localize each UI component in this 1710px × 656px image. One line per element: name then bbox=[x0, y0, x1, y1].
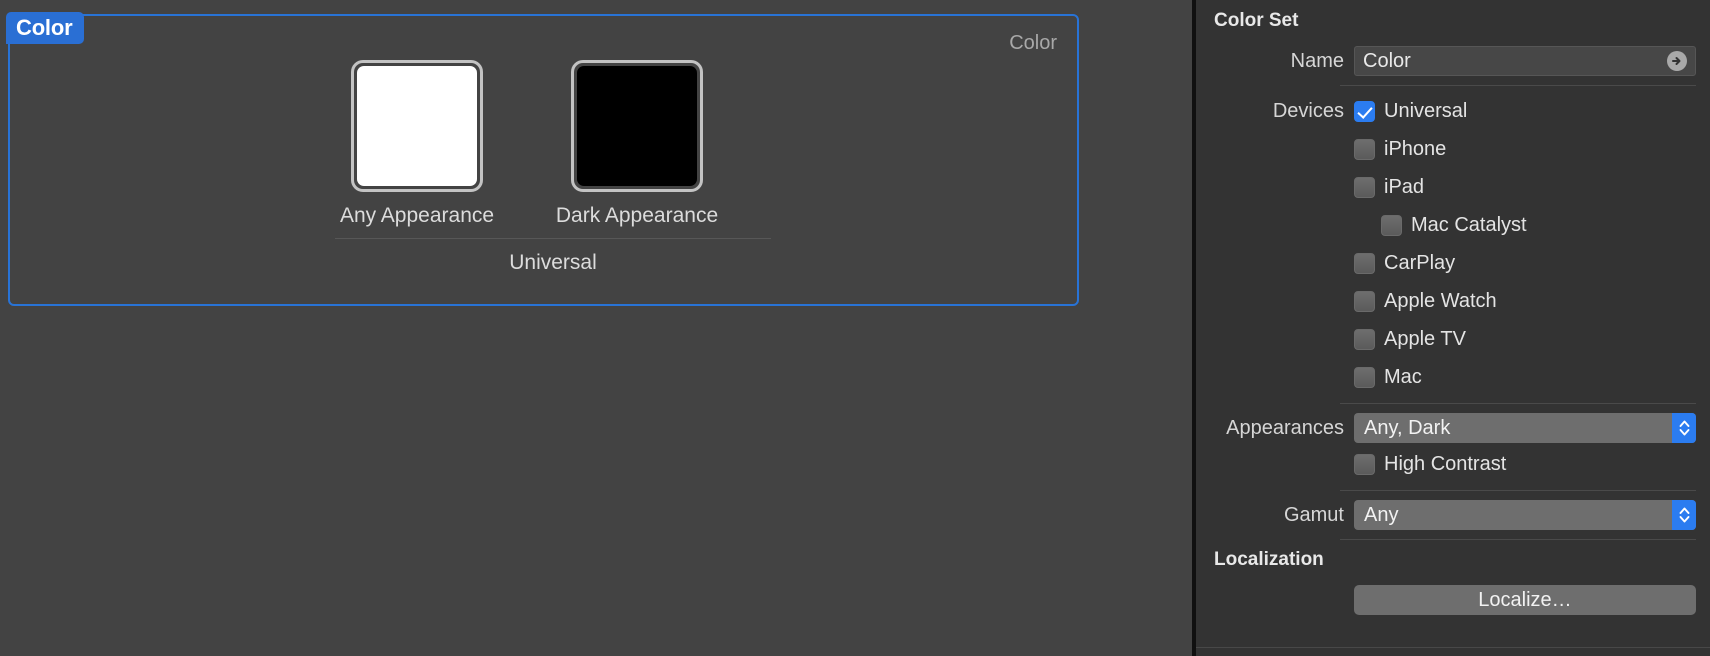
selection-tab-color[interactable]: Color bbox=[6, 12, 85, 44]
device-label-mac-catalyst: Mac Catalyst bbox=[1411, 214, 1527, 236]
gamut-label: Gamut bbox=[1283, 503, 1344, 526]
checkbox-checked-icon[interactable] bbox=[1354, 101, 1375, 122]
appearances-value: Any, Dark bbox=[1364, 416, 1451, 439]
swatch-cell-dark-appearance[interactable]: Dark Appearance bbox=[555, 60, 719, 228]
color-swatch-any-appearance[interactable] bbox=[351, 60, 483, 192]
high-contrast-label: High Contrast bbox=[1384, 453, 1507, 475]
spacer: . bbox=[1214, 138, 1354, 161]
chevron-up-down-icon[interactable] bbox=[1672, 500, 1696, 530]
separator bbox=[1340, 490, 1696, 491]
inspector-bottom-rule bbox=[1196, 647, 1710, 648]
color-set-section-title: Color Set bbox=[1214, 10, 1299, 31]
color-swatch-dark-appearance[interactable] bbox=[571, 60, 703, 192]
circle-arrow-right-icon[interactable] bbox=[1667, 51, 1687, 71]
localize-row: . Localize… bbox=[1214, 585, 1696, 615]
separator bbox=[1340, 539, 1696, 540]
swatch-group-divider bbox=[335, 238, 771, 239]
checkbox-icon[interactable] bbox=[1354, 139, 1375, 160]
device-label-iphone: iPhone bbox=[1384, 138, 1447, 160]
swatch-fill bbox=[357, 66, 477, 186]
spacer: . bbox=[1214, 589, 1354, 612]
devices-row-5: . Apple Watch bbox=[1214, 285, 1696, 318]
name-input[interactable]: Color bbox=[1354, 46, 1696, 76]
separator bbox=[1340, 403, 1696, 404]
spacer: . bbox=[1214, 252, 1354, 275]
swatch-area: Any Appearance Dark Appearance Universal bbox=[335, 60, 771, 275]
swatch-label-dark-appearance: Dark Appearance bbox=[555, 204, 719, 227]
device-checkbox-apple-tv[interactable]: Apple TV bbox=[1354, 323, 1466, 356]
checkbox-icon[interactable] bbox=[1354, 253, 1375, 274]
localize-button[interactable]: Localize… bbox=[1354, 585, 1696, 615]
name-value: Color bbox=[1363, 49, 1411, 72]
spacer: . bbox=[1214, 176, 1354, 199]
appearances-row: Appearances Any, Dark bbox=[1214, 413, 1696, 443]
swatch-fill bbox=[577, 66, 697, 186]
device-label-carplay: CarPlay bbox=[1384, 252, 1456, 274]
device-checkbox-carplay[interactable]: CarPlay bbox=[1354, 247, 1455, 280]
asset-canvas: Color Any Appearance Dark Appearance Uni… bbox=[0, 0, 1192, 656]
devices-row-7: . Mac bbox=[1214, 361, 1696, 394]
appearances-popup-button[interactable]: Any, Dark bbox=[1354, 413, 1696, 443]
device-checkbox-mac-catalyst[interactable]: Mac Catalyst bbox=[1381, 209, 1527, 242]
checkbox-icon[interactable] bbox=[1354, 454, 1375, 475]
checkbox-icon[interactable] bbox=[1354, 177, 1375, 198]
gamut-popup-button[interactable]: Any bbox=[1354, 500, 1696, 530]
device-label-mac: Mac bbox=[1384, 366, 1422, 388]
device-checkbox-universal[interactable]: Universal bbox=[1354, 95, 1467, 128]
device-label-ipad: iPad bbox=[1384, 176, 1425, 198]
device-checkbox-iphone[interactable]: iPhone bbox=[1354, 133, 1446, 166]
devices-row-4: . CarPlay bbox=[1214, 247, 1696, 280]
device-label-apple-tv: Apple TV bbox=[1384, 328, 1466, 350]
device-checkbox-ipad[interactable]: iPad bbox=[1354, 171, 1424, 204]
attributes-inspector: Color Set Name Color Devices Universal i… bbox=[1196, 0, 1710, 656]
swatch-cell-any-appearance[interactable]: Any Appearance bbox=[335, 60, 499, 228]
appearances-label: Appearances bbox=[1226, 416, 1344, 439]
device-label-universal: Universal bbox=[1384, 100, 1468, 122]
canvas-corner-label: Color bbox=[1009, 32, 1057, 54]
gamut-value: Any bbox=[1364, 503, 1399, 526]
spacer: . bbox=[1214, 328, 1354, 351]
devices-row-2: . iPad bbox=[1214, 171, 1696, 204]
swatch-group-label: Universal bbox=[509, 251, 597, 274]
high-contrast-row: . High Contrast bbox=[1214, 448, 1696, 481]
spacer: . bbox=[1214, 453, 1354, 476]
xcode-asset-editor: Color Any Appearance Dark Appearance Uni… bbox=[0, 0, 1710, 656]
swatch-row: Any Appearance Dark Appearance bbox=[335, 60, 771, 228]
gamut-row: Gamut Any bbox=[1214, 500, 1696, 530]
color-set-selection-box[interactable]: Color Any Appearance Dark Appearance Uni… bbox=[8, 14, 1079, 306]
chevron-up-down-icon[interactable] bbox=[1672, 413, 1696, 443]
spacer: . bbox=[1214, 290, 1354, 313]
devices-label: Devices bbox=[1272, 100, 1344, 122]
spacer: . bbox=[1214, 366, 1354, 389]
name-label: Name bbox=[1290, 49, 1344, 72]
swatch-label-any-appearance: Any Appearance bbox=[339, 204, 495, 227]
name-row: Name Color bbox=[1214, 46, 1696, 76]
checkbox-icon[interactable] bbox=[1381, 215, 1402, 236]
devices-row-6: . Apple TV bbox=[1214, 323, 1696, 356]
high-contrast-checkbox[interactable]: High Contrast bbox=[1354, 448, 1506, 481]
separator bbox=[1340, 85, 1696, 86]
spacer: . bbox=[1214, 214, 1354, 237]
devices-row-1: . iPhone bbox=[1214, 133, 1696, 166]
device-label-apple-watch: Apple Watch bbox=[1384, 290, 1497, 312]
localization-section-title: Localization bbox=[1214, 549, 1324, 570]
checkbox-icon[interactable] bbox=[1354, 291, 1375, 312]
devices-row-0: Devices Universal bbox=[1214, 95, 1696, 128]
devices-row-3: . Mac Catalyst bbox=[1214, 209, 1696, 242]
checkbox-icon[interactable] bbox=[1354, 329, 1375, 350]
device-checkbox-mac[interactable]: Mac bbox=[1354, 361, 1422, 394]
checkbox-icon[interactable] bbox=[1354, 367, 1375, 388]
device-checkbox-apple-watch[interactable]: Apple Watch bbox=[1354, 285, 1497, 318]
